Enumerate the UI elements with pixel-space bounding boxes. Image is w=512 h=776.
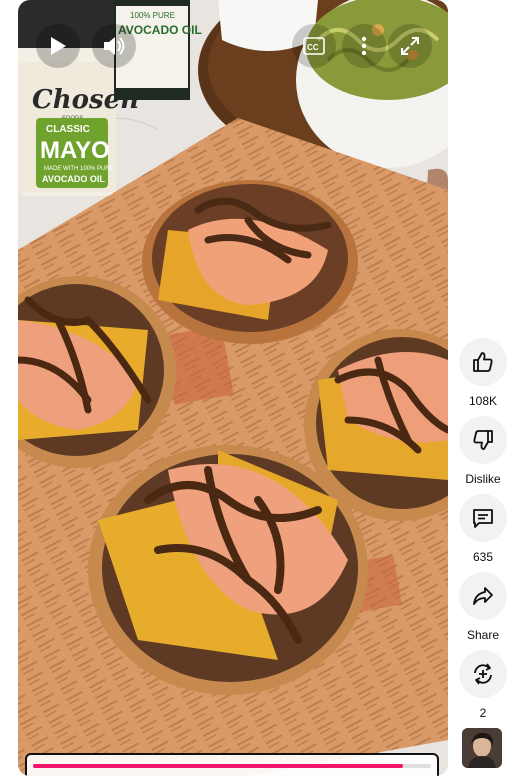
like-button[interactable] <box>459 338 507 386</box>
dislike-button[interactable] <box>459 416 507 464</box>
play-button[interactable] <box>36 24 80 68</box>
share-label: Share <box>466 628 500 642</box>
jar-label-sub: MADE WITH 100% PURE <box>44 166 114 172</box>
share-action: Share <box>458 572 508 642</box>
comment-icon <box>473 509 493 528</box>
volume-icon <box>104 37 125 55</box>
svg-text:CC: CC <box>307 43 319 52</box>
closed-captions-icon: CC <box>303 37 325 55</box>
more-vertical-icon <box>361 36 367 56</box>
dislike-action: Dislike <box>458 416 508 486</box>
volume-button[interactable] <box>92 24 136 68</box>
share-icon <box>473 587 493 605</box>
play-icon <box>51 37 66 55</box>
remix-icon <box>474 663 492 685</box>
comments-button[interactable] <box>459 494 507 542</box>
share-button[interactable] <box>459 572 507 620</box>
video-frame: Chosen FOODS CLASSIC MAYO MADE WITH 100%… <box>18 0 448 776</box>
jar-label-top: CLASSIC <box>46 124 90 135</box>
video-player[interactable]: Chosen FOODS CLASSIC MAYO MADE WITH 100%… <box>18 0 448 776</box>
progress-fill <box>33 764 404 768</box>
jar-label-oil: AVOCADO OIL <box>42 174 105 184</box>
smash-taco-bottom <box>88 445 368 695</box>
like-action: 108K <box>458 338 508 408</box>
remix-count: 2 <box>479 706 487 720</box>
shorts-player-page: Chosen FOODS CLASSIC MAYO MADE WITH 100%… <box>0 0 512 776</box>
smash-taco-top <box>142 180 358 344</box>
avatar-image <box>462 728 502 768</box>
comments-count: 635 <box>472 550 494 564</box>
remix-action: 2 <box>458 650 508 720</box>
fullscreen-button[interactable] <box>388 24 432 68</box>
fullscreen-icon <box>401 37 419 55</box>
jar-label-main: MAYO <box>40 137 110 164</box>
progress-bar[interactable] <box>25 753 439 776</box>
bottle-top: 100% PURE <box>130 11 175 20</box>
channel-avatar[interactable] <box>462 728 502 768</box>
comments-action: 635 <box>458 494 508 564</box>
thumbs-down-icon <box>473 430 493 450</box>
dislike-label: Dislike <box>465 472 501 486</box>
thumbs-up-icon <box>473 352 493 372</box>
captions-button[interactable]: CC <box>292 24 336 68</box>
remix-button[interactable] <box>459 650 507 698</box>
like-count: 108K <box>468 394 498 408</box>
progress-track <box>33 764 431 768</box>
more-button[interactable] <box>342 24 386 68</box>
